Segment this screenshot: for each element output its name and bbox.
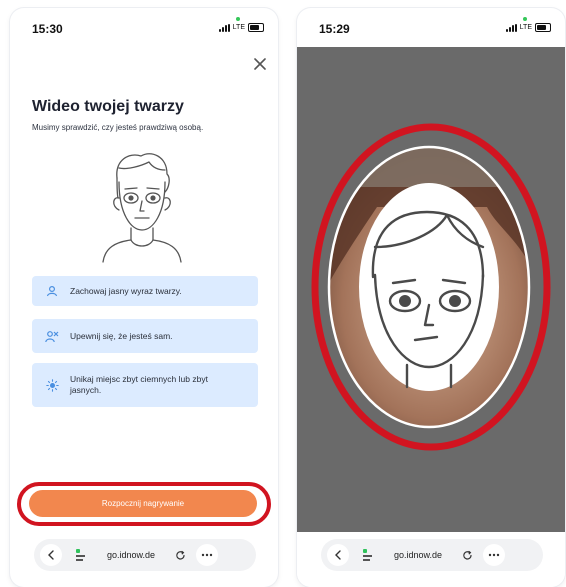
tip-text: Upewnij się, że jesteś sam. [70,331,173,341]
battery-icon [248,23,264,32]
page-subtitle: Musimy sprawdzić, czy jesteś prawdziwą o… [32,123,204,132]
tab-icon[interactable] [363,549,372,561]
face-capture-screen: 15:29 LTE go.idnow.de [297,8,565,587]
network-type: LTE [232,24,245,31]
face-illustration-icon [102,153,182,263]
url-text[interactable]: go.idnow.de [107,550,155,560]
tip-clear-expression: Zachowaj jasny wyraz twarzy. [32,276,258,306]
privacy-indicator-icon [236,17,240,21]
camera-frame [297,47,565,532]
back-button[interactable] [327,544,349,566]
tip-text: Zachowaj jasny wyraz twarzy. [70,286,182,296]
face-placeholder [359,183,499,391]
more-dots-icon [488,553,500,557]
chevron-left-icon [48,550,54,560]
close-icon[interactable] [252,56,268,72]
battery-icon [535,23,551,32]
camera-preview [297,47,565,532]
signal-icon [218,23,230,32]
back-button[interactable] [40,544,62,566]
status-bar: 15:30 LTE [10,8,278,42]
start-recording-button[interactable]: Rozpocznij nagrywanie [29,490,257,517]
signal-icon [505,23,517,32]
alone-person-icon [40,330,64,343]
url-text[interactable]: go.idnow.de [394,550,442,560]
reload-icon[interactable] [462,550,473,561]
instructions-screen: 15:30 LTE Wideo twojej twarzy Musimy spr… [10,8,278,587]
face-expression-icon [40,285,64,297]
tab-icon[interactable] [76,549,85,561]
chevron-left-icon [335,550,341,560]
privacy-indicator-icon [523,17,527,21]
network-type: LTE [519,24,532,31]
browser-toolbar: go.idnow.de [34,539,256,571]
tip-be-alone: Upewnij się, że jesteś sam. [32,319,258,353]
more-dots-icon [201,553,213,557]
brightness-icon [40,378,64,392]
reload-icon[interactable] [175,550,186,561]
tip-text: Unikaj miejsc zbyt ciemnych lub zbyt jas… [70,374,208,395]
status-time: 15:29 [319,22,350,36]
status-bar: 15:29 LTE [297,8,565,42]
tip-lighting: Unikaj miejsc zbyt ciemnych lub zbyt jas… [32,363,258,407]
page-title: Wideo twojej twarzy [32,98,184,115]
more-button[interactable] [483,544,506,566]
more-button[interactable] [196,544,219,566]
status-time: 15:30 [32,22,63,36]
browser-toolbar: go.idnow.de [321,539,543,571]
